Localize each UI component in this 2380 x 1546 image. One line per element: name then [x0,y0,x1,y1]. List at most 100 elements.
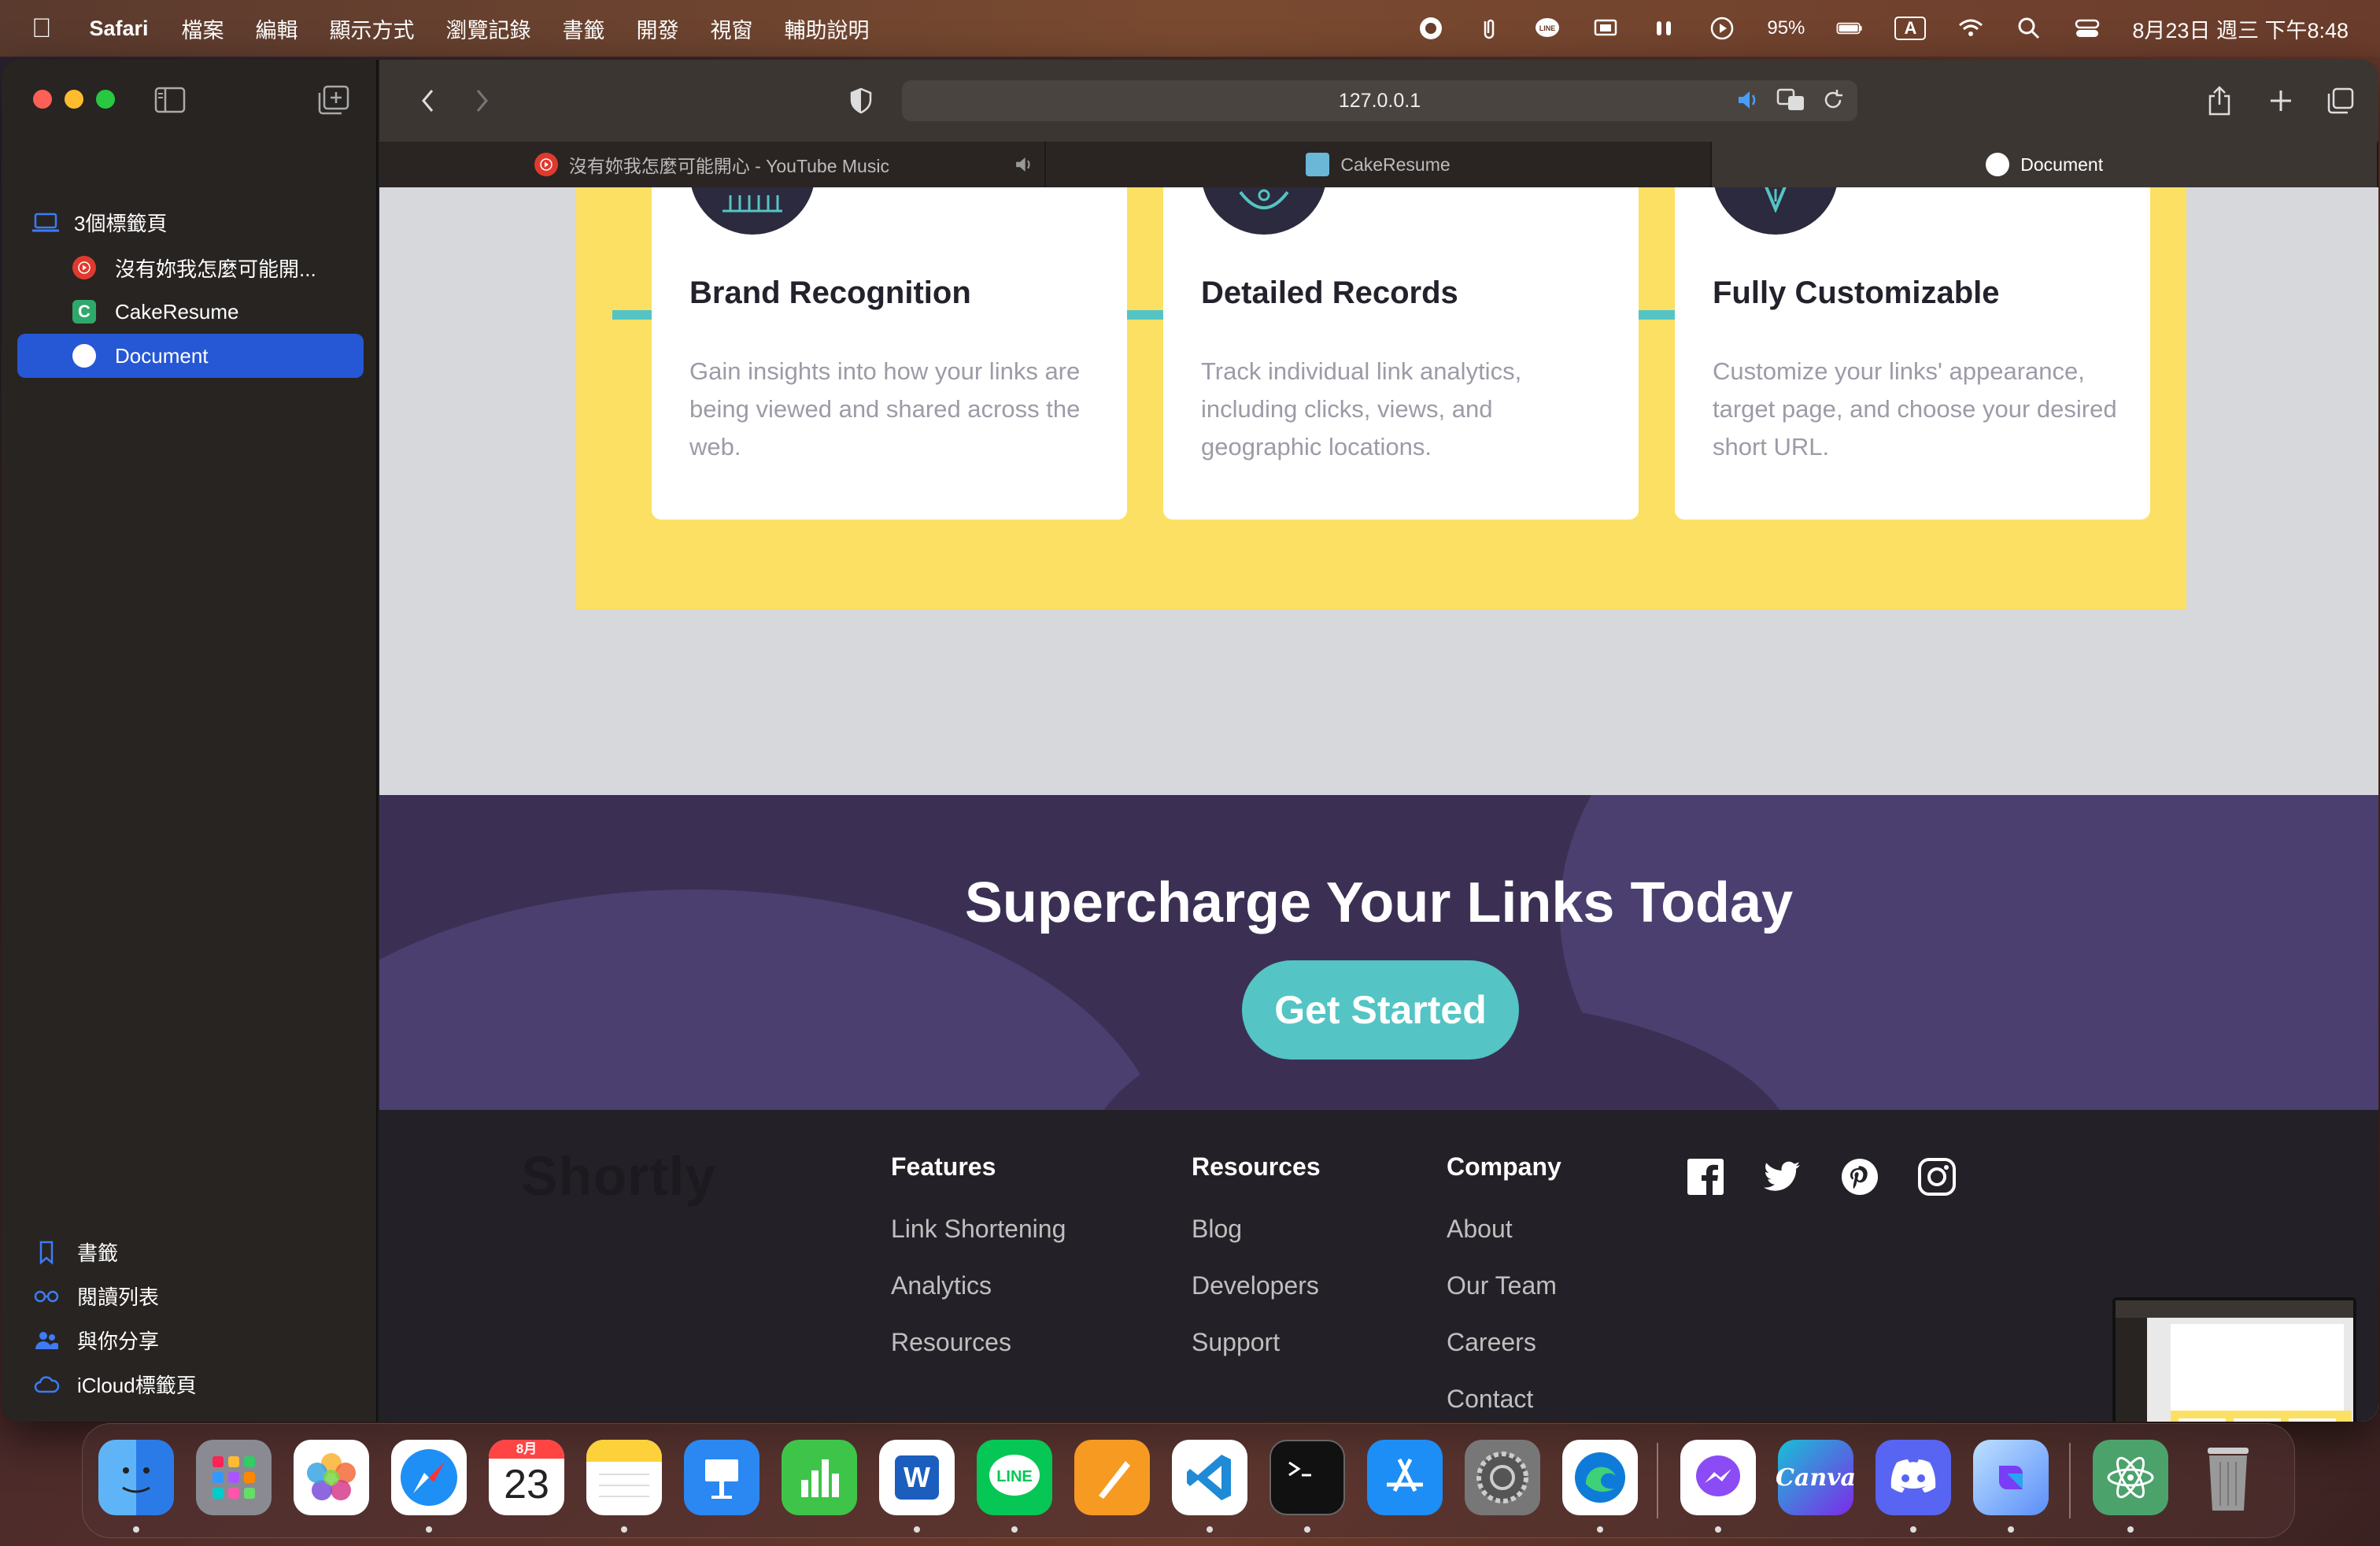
toolbar: 127.0.0.1 [379,60,2378,142]
word-icon[interactable]: W [879,1440,955,1515]
instagram-icon[interactable] [1917,1157,1957,1196]
footer-link-our-team[interactable]: Our Team [1447,1270,1561,1326]
airpods-icon[interactable] [1650,15,1677,42]
apple-menu-icon[interactable]:  [31,13,52,44]
sidebar-reading-list[interactable]: 閱讀列表 [33,1282,159,1311]
back-button[interactable] [411,83,445,118]
discord-icon[interactable] [1876,1440,1951,1515]
line-icon[interactable]: LINE [977,1440,1052,1515]
calendar-day: 23 [504,1462,549,1507]
facebook-icon[interactable] [1686,1157,1725,1196]
battery-icon[interactable] [1836,15,1863,42]
sidebar-shared-label: 與你分享 [77,1330,160,1353]
input-method-icon[interactable]: A [1894,17,1927,40]
minimize-window-button[interactable] [65,90,83,109]
paperclip-icon[interactable] [1476,15,1502,42]
atom-icon[interactable] [2093,1440,2168,1515]
speaker-icon[interactable] [1735,87,1761,113]
numbers-icon[interactable] [782,1440,857,1515]
menu-edit[interactable]: 編輯 [256,13,298,44]
menu-clock[interactable]: 8月23日 週三 下午8:48 [2132,13,2349,44]
safari-icon[interactable] [391,1440,467,1515]
menu-history[interactable]: 瀏覽記錄 [446,13,531,44]
forward-button[interactable] [464,83,499,118]
feature-card-detailed-records: Detailed Records Track individual link a… [1163,187,1639,520]
close-window-button[interactable] [33,90,52,109]
messenger-icon[interactable] [1680,1440,1756,1515]
zoom-window-button[interactable] [96,90,115,109]
trash-icon[interactable] [2190,1440,2266,1515]
menu-view[interactable]: 顯示方式 [330,13,415,44]
system-settings-icon[interactable] [1465,1440,1540,1515]
tab-document[interactable]: Document [1712,142,2378,187]
footer-link-about[interactable]: About [1447,1213,1561,1270]
screenshot-thumbnail[interactable] [2112,1297,2356,1422]
control-center-icon[interactable] [2074,15,2101,42]
sidebar-tab-cakeresume[interactable]: C CakeResume [17,290,364,334]
wifi-icon[interactable] [1957,15,1984,42]
running-indicator [1715,1526,1721,1533]
twitter-icon[interactable] [1763,1157,1802,1196]
menu-bookmarks[interactable]: 書籤 [563,13,605,44]
translate-icon[interactable] [1776,87,1807,113]
menu-develop[interactable]: 開發 [637,13,679,44]
menu-help[interactable]: 輔助說明 [785,13,870,44]
calendar-icon[interactable]: 8月 23 [489,1440,564,1515]
keynote-icon[interactable] [684,1440,759,1515]
dock-separator [1657,1443,1658,1518]
now-playing-icon[interactable] [1709,15,1735,42]
footer-link-contact[interactable]: Contact [1447,1383,1561,1422]
footer-link-resources[interactable]: Resources [891,1326,1066,1383]
sidebar-tab-youtube-music[interactable]: 沒有妳我怎麼可能開... [17,246,364,290]
features-section: Brand Recognition Gain insights into how… [576,187,2186,609]
new-tab-group-icon[interactable] [318,85,349,115]
sidebar-tab-group[interactable]: 3個標籤頁 [31,208,167,237]
spotlight-search-icon[interactable] [2016,15,2042,42]
address-text: 127.0.0.1 [1338,89,1421,112]
footer-link-support[interactable]: Support [1192,1326,1321,1383]
tab-overview-button[interactable] [2323,83,2358,118]
footer-link-developers[interactable]: Developers [1192,1270,1321,1326]
tab-youtube-music[interactable]: 沒有妳我怎麼可能開心 - YouTube Music [379,142,1046,187]
finder-icon[interactable] [98,1440,174,1515]
tab-cakeresume[interactable]: CakeResume [1046,142,1713,187]
sidebar-tab-document[interactable]: Document [17,334,364,378]
share-button[interactable] [2202,83,2237,118]
get-started-button[interactable]: Get Started [1242,960,1519,1060]
menu-file[interactable]: 檔案 [182,13,224,44]
sidebar-bookmarks[interactable]: 書籤 [33,1237,118,1267]
edge-icon[interactable] [1562,1440,1638,1515]
sidebar-toggle-icon[interactable] [154,87,186,113]
footer-logo[interactable]: Shortly [521,1145,716,1208]
document-favicon [72,344,96,368]
tab-label: 沒有妳我怎麼可能開心 - YouTube Music [568,156,889,176]
speaker-icon[interactable] [1013,153,1035,176]
feature-icon-circle [1201,187,1327,235]
app-store-icon[interactable] [1367,1440,1443,1515]
running-indicator [426,1526,432,1533]
canva-icon[interactable]: Canva [1776,1440,1856,1515]
status-app-icon[interactable] [1417,15,1444,42]
notes-icon[interactable] [586,1440,662,1515]
vscode-icon[interactable] [1172,1440,1247,1515]
copilot-icon[interactable] [1973,1440,2049,1515]
privacy-report-button[interactable] [844,83,878,118]
sidebar-shared-with-you[interactable]: 與你分享 [33,1326,159,1355]
footer-link-link-shortening[interactable]: Link Shortening [891,1213,1066,1270]
line-status-icon[interactable]: LINE [1534,15,1561,42]
address-bar[interactable]: 127.0.0.1 [902,80,1857,121]
menu-window[interactable]: 視窗 [711,13,753,44]
footer-link-analytics[interactable]: Analytics [891,1270,1066,1326]
pages-icon[interactable] [1074,1440,1150,1515]
footer-link-blog[interactable]: Blog [1192,1213,1321,1270]
photos-icon[interactable] [294,1440,369,1515]
terminal-icon[interactable] [1269,1440,1345,1515]
screen-mirroring-icon[interactable] [1592,15,1619,42]
footer-link-careers[interactable]: Careers [1447,1326,1561,1383]
reload-icon[interactable] [1821,87,1845,113]
menu-app-name[interactable]: Safari [90,17,149,41]
pinterest-icon[interactable] [1840,1157,1879,1196]
launchpad-icon[interactable] [196,1440,272,1515]
sidebar-icloud-tabs[interactable]: iCloud標籤頁 [33,1370,197,1399]
new-tab-button[interactable] [2264,83,2298,118]
